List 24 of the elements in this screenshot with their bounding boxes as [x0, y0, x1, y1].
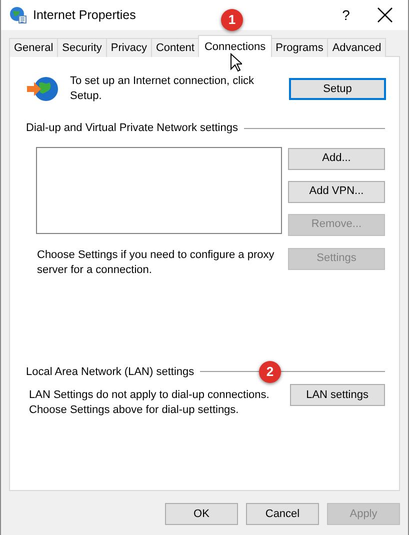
dialup-button[interactable]: Add... — [288, 148, 385, 170]
dialup-button[interactable]: Add VPN... — [288, 180, 385, 202]
lan-settings-button[interactable]: LAN settings — [290, 384, 385, 406]
tab[interactable]: General — [9, 38, 58, 57]
lan-text: LAN Settings do not apply to dial-up connections. Choose Settings above for dial-up settings. — [29, 388, 270, 418]
globe-icon — [9, 6, 27, 24]
tab[interactable]: Privacy — [106, 38, 152, 57]
help-button[interactable]: ? — [326, 4, 366, 26]
tab[interactable]: Connections — [198, 35, 272, 57]
setup-text: To set up an Internet connection, click Setup. — [70, 74, 256, 104]
tab[interactable]: Programs — [270, 38, 328, 57]
connection-list[interactable] — [36, 146, 282, 234]
dialog-button[interactable]: Cancel — [246, 503, 319, 525]
group-heading: Local Area Network (LAN) settings — [26, 364, 194, 380]
internet-globe-icon — [26, 76, 60, 102]
close-icon[interactable] — [376, 6, 394, 24]
tab[interactable]: Security — [57, 38, 107, 57]
proxy-text: Choose Settings if you need to configure a proxy server for a connection. — [37, 248, 276, 278]
setup-button[interactable]: Setup — [289, 78, 386, 100]
dialog-button[interactable]: OK — [165, 503, 238, 525]
tab[interactable]: Content — [150, 38, 200, 57]
tab[interactable]: Advanced — [327, 38, 386, 57]
window-title: Internet Properties — [33, 6, 136, 24]
group-heading: Dial-up and Virtual Private Network settings — [26, 121, 238, 136]
